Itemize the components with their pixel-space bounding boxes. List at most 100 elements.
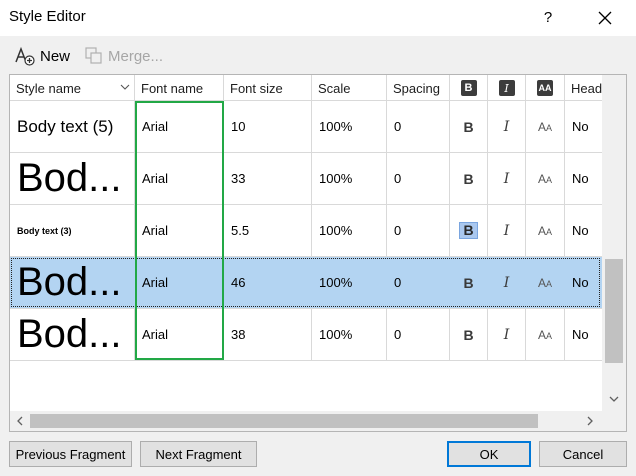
cell-italic-toggle[interactable]: I (488, 153, 526, 204)
column-header-scale[interactable]: Scale (312, 75, 387, 101)
column-header-style-name[interactable]: Style name (10, 75, 135, 101)
font-size-text: 33 (231, 171, 246, 186)
cell-heading[interactable]: No (565, 205, 602, 256)
column-header-font-name[interactable]: Font name (135, 75, 224, 101)
table-row[interactable]: Bod... Arial 46 100% 0 B I AA No (10, 257, 602, 309)
all-caps-icon: AA (538, 172, 552, 186)
italic-icon: I (503, 274, 510, 291)
cell-bold-toggle[interactable]: B (450, 153, 488, 204)
cell-style-name[interactable]: Bod... (10, 257, 135, 308)
column-header-bold[interactable]: B (450, 75, 488, 101)
ok-button[interactable]: OK (447, 441, 531, 467)
cell-italic-toggle[interactable]: I (488, 205, 526, 256)
cell-caps-toggle[interactable]: AA (526, 309, 565, 360)
column-header-caps[interactable]: AA (526, 75, 565, 101)
new-style-button[interactable]: New (14, 44, 70, 68)
caps-big-glyph: A (537, 119, 546, 134)
cell-scale[interactable]: 100% (312, 205, 387, 256)
cell-font-size[interactable]: 38 (224, 309, 312, 360)
cell-style-name[interactable]: Body text (3) (10, 205, 135, 256)
cell-font-size[interactable]: 5.5 (224, 205, 312, 256)
cell-italic-toggle[interactable]: I (488, 101, 526, 152)
cell-caps-toggle[interactable]: AA (526, 205, 565, 256)
cell-italic-toggle[interactable]: I (488, 257, 526, 308)
table-row[interactable]: Bod... Arial 38 100% 0 B I AA No (10, 309, 602, 361)
spacing-text: 0 (394, 223, 402, 238)
column-header-font-size[interactable]: Font size (224, 75, 312, 101)
cell-scale[interactable]: 100% (312, 153, 387, 204)
column-header-spacing[interactable]: Spacing (387, 75, 450, 101)
merge-button[interactable]: Merge... (84, 44, 163, 68)
vertical-scroll-thumb[interactable] (605, 259, 623, 363)
spacing-text: 0 (394, 275, 402, 290)
cell-spacing[interactable]: 0 (387, 101, 450, 152)
cell-caps-toggle[interactable]: AA (526, 153, 565, 204)
horizontal-scrollbar[interactable] (10, 411, 602, 431)
previous-fragment-button[interactable]: Previous Fragment (9, 441, 132, 467)
font-name-text: Arial (142, 171, 169, 186)
help-button[interactable]: ? (532, 0, 564, 36)
cancel-button[interactable]: Cancel (539, 441, 627, 467)
cell-font-size[interactable]: 10 (224, 101, 312, 152)
cell-spacing[interactable]: 0 (387, 257, 450, 308)
caps-big-glyph: A (537, 327, 546, 342)
cell-bold-toggle[interactable]: B (450, 309, 488, 360)
cell-font-name[interactable]: Arial (135, 257, 224, 308)
column-header-heading[interactable]: Headi (565, 75, 602, 101)
table-row[interactable]: Body text (5) Arial 10 100% 0 B I AA No (10, 101, 602, 153)
cell-style-name[interactable]: Bod... (10, 153, 135, 204)
new-style-label: New (40, 47, 71, 65)
scale-text: 100% (319, 223, 353, 238)
cell-bold-toggle[interactable]: B (450, 101, 488, 152)
caps-big-glyph: A (537, 223, 546, 238)
column-header-label: Scale (318, 80, 351, 96)
caps-big-glyph: A (537, 275, 546, 290)
font-size-text: 46 (231, 275, 246, 290)
cell-scale[interactable]: 100% (312, 257, 387, 308)
next-fragment-button[interactable]: Next Fragment (140, 441, 257, 467)
cell-scale[interactable]: 100% (312, 309, 387, 360)
cell-font-size[interactable]: 46 (224, 257, 312, 308)
cell-font-name[interactable]: Arial (135, 153, 224, 204)
cell-spacing[interactable]: 0 (387, 153, 450, 204)
cell-scale[interactable]: 100% (312, 101, 387, 152)
cell-font-name[interactable]: Arial (135, 309, 224, 360)
cell-bold-toggle[interactable]: B (450, 205, 488, 256)
cell-style-name[interactable]: Body text (5) (10, 101, 135, 152)
cell-italic-toggle[interactable]: I (488, 309, 526, 360)
cell-style-name[interactable]: Bod... (10, 309, 135, 360)
horizontal-scroll-thumb[interactable] (30, 414, 538, 428)
cell-spacing[interactable]: 0 (387, 309, 450, 360)
column-header-italic[interactable]: I (488, 75, 526, 101)
close-button[interactable] (588, 0, 622, 36)
style-name-text: Bod... (17, 312, 122, 356)
vertical-scrollbar[interactable] (602, 75, 626, 411)
close-icon (598, 11, 612, 25)
bold-icon: B (460, 80, 477, 96)
cell-heading[interactable]: No (565, 257, 602, 308)
cell-font-name[interactable]: Arial (135, 205, 224, 256)
cell-heading[interactable]: No (565, 309, 602, 360)
scroll-right-icon[interactable] (584, 415, 596, 427)
scroll-left-icon[interactable] (14, 415, 26, 427)
cell-caps-toggle[interactable]: AA (526, 257, 565, 308)
cell-heading[interactable]: No (565, 153, 602, 204)
font-size-text: 10 (231, 119, 246, 134)
cell-heading[interactable]: No (565, 101, 602, 152)
all-caps-icon: AA (538, 224, 552, 238)
grid-viewport: Style name Font name Font size Scale Spa… (10, 75, 602, 411)
scroll-down-icon[interactable] (608, 393, 620, 405)
heading-text: No (572, 223, 589, 238)
cell-font-name[interactable]: Arial (135, 101, 224, 152)
bold-icon: B (463, 118, 474, 135)
table-row[interactable]: Bod... Arial 33 100% 0 B I AA No (10, 153, 602, 205)
scale-text: 100% (319, 327, 353, 342)
cell-bold-toggle[interactable]: B (450, 257, 488, 308)
cell-caps-toggle[interactable]: AA (526, 101, 565, 152)
table-row[interactable]: Body text (3) Arial 5.5 100% 0 B I AA No (10, 205, 602, 257)
spacing-text: 0 (394, 119, 402, 134)
cell-font-size[interactable]: 33 (224, 153, 312, 204)
cell-spacing[interactable]: 0 (387, 205, 450, 256)
style-grid[interactable]: Style name Font name Font size Scale Spa… (9, 74, 627, 432)
italic-icon: I (503, 326, 510, 343)
